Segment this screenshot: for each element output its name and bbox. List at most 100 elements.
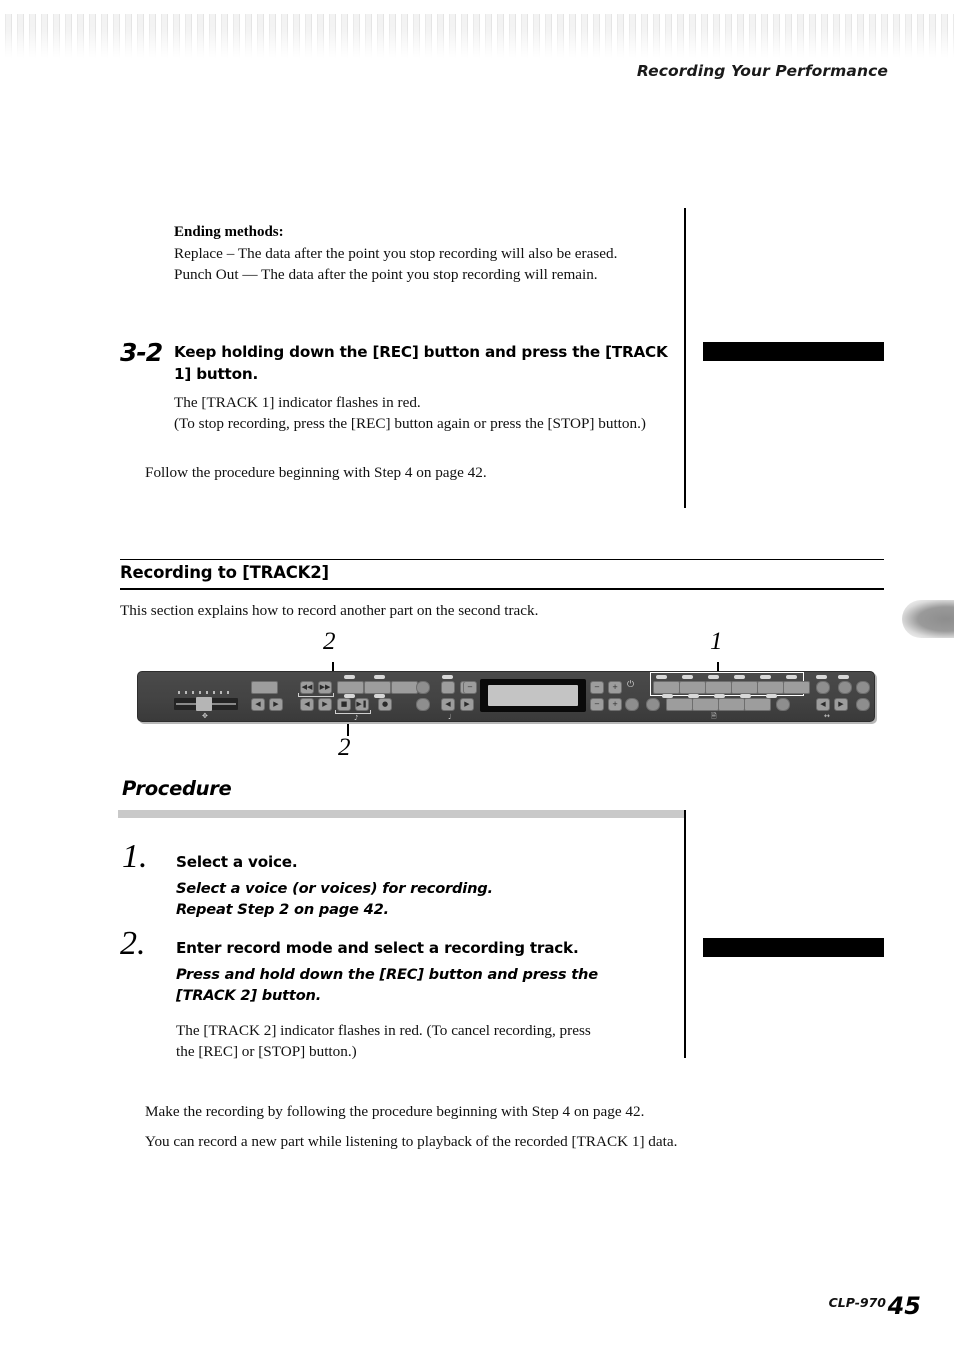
procedure-step-2-sub-line2: [TRACK 2] button. <box>176 987 322 1004</box>
panel-button-tempo-up: ▶ <box>460 698 474 711</box>
panel-button-far-right-b <box>856 698 870 711</box>
section-title: Recording to [TRACK2] <box>120 563 329 582</box>
metronome-icon: ♩ <box>448 713 452 721</box>
panel-button-value-plus-bottom: + <box>608 698 622 711</box>
track-led-4 <box>374 694 385 698</box>
panel-button-power <box>625 698 639 711</box>
step-3-2-subtext-line2: (To stop recording, press the [REC] butt… <box>174 415 646 433</box>
panel-button-track-3 <box>391 681 418 694</box>
track-led-3 <box>344 694 355 698</box>
procedure-step-2-subtext: Press and hold down the [REC] button and… <box>176 964 676 1006</box>
panel-button-voice-extra-left <box>646 698 660 711</box>
step-3-2-follow-note: Follow the procedure beginning with Step… <box>145 464 487 481</box>
procedure-step-2-note: The [TRACK 2] indicator flashes in red. … <box>176 1020 676 1063</box>
panel-button-value-plus-top: + <box>608 681 622 694</box>
procedure-step-2-sub-line1: Press and hold down the [REC] button and… <box>176 966 598 983</box>
voice-led-11 <box>766 694 777 698</box>
step-3-2-subtext-line1: The [TRACK 1] indicator flashes in red. <box>174 394 421 411</box>
panel-button-tempo-down: ◀ <box>441 698 455 711</box>
panel-button-voice-9 <box>718 698 745 711</box>
panel-button-voice-4 <box>731 681 758 694</box>
track-led-2 <box>374 675 385 679</box>
voice-led-9 <box>714 694 725 698</box>
procedure-step-1-sub-line2: Repeat Step 2 on page 42. <box>176 901 389 918</box>
panel-button-voice-8 <box>692 698 719 711</box>
page-icon: 🗎 <box>711 712 717 720</box>
control-panel-diagram: 2 1 2 ✥ ◀ ▶ ◀◀ ▶▶ ◀ ▶ ■ ▶❚ ● ♪ ◀ ▶ ♩ − +… <box>120 628 884 761</box>
procedure-step-2-heading: Enter record mode and select a recording… <box>176 939 579 957</box>
panel-button-misc-b <box>416 698 430 711</box>
panel-button-value-minus-bottom: − <box>590 698 604 711</box>
ending-methods-line-punchout: Punch Out — The data after the point you… <box>174 266 598 284</box>
redacted-sidenote-box-bottom <box>703 938 884 957</box>
track-led-1 <box>344 675 355 679</box>
ending-methods-line-replace: Replace – The data after the point you s… <box>174 245 618 262</box>
page-edge-tab-marker <box>902 600 954 638</box>
left-column-vertical-rule-bottom <box>684 810 686 1058</box>
panel-button-right-right-arrow: ▶ <box>834 698 848 711</box>
section-rule-bottom <box>120 588 884 590</box>
closing-paragraph-2: You can record a new part while listenin… <box>145 1133 678 1150</box>
panel-button-nav-right-a: ▶ <box>269 698 283 711</box>
lcd-display-screen <box>488 685 578 706</box>
redacted-sidenote-box-top <box>703 342 884 361</box>
procedure-gray-divider <box>118 810 684 818</box>
step-3-2-heading: Keep holding down the [REC] button and p… <box>174 343 668 383</box>
voice-led-8 <box>688 694 699 698</box>
step-3-2-number: 3-2 <box>120 338 163 367</box>
panel-button-voice-1 <box>653 681 680 694</box>
panel-button-voice-extra-right <box>776 698 790 711</box>
callout-label-1-top: 1 <box>710 628 723 655</box>
panel-button-voice-6 <box>783 681 810 694</box>
procedure-step-1-heading: Select a voice. <box>176 853 298 871</box>
master-volume-slider-knob <box>196 697 212 711</box>
volume-speaker-icon: ✥ <box>202 712 208 720</box>
page-header-title: Recording Your Performance <box>636 62 888 80</box>
panel-button-demo <box>251 681 278 694</box>
panel-button-far-right-a <box>856 681 870 694</box>
panel-button-value-minus-top: − <box>590 681 604 694</box>
callout-label-2-bottom: 2 <box>338 734 351 761</box>
panel-button-nav-left-a: ◀ <box>251 698 265 711</box>
right-led-2 <box>838 675 849 679</box>
panel-button-voice-3 <box>705 681 732 694</box>
footer-page-number: 45 <box>887 1292 921 1320</box>
panel-button-nav-right-b: ▶ <box>318 698 332 711</box>
panel-button-right-a <box>816 681 830 694</box>
ending-methods-title: Ending methods: <box>174 224 284 240</box>
panel-button-right-b <box>838 681 852 694</box>
power-icon: ⏻ <box>627 680 635 690</box>
panel-button-right-left-arrow: ◀ <box>816 698 830 711</box>
section-rule-top <box>120 559 884 561</box>
panel-button-nav-left-b: ◀ <box>300 698 314 711</box>
panel-button-rec: ● <box>378 698 392 711</box>
procedure-step-1-number: 1. <box>122 838 148 875</box>
page-header: Recording Your Performance <box>0 0 954 96</box>
panel-button-track-1 <box>337 681 364 694</box>
voice-led-7 <box>662 694 673 698</box>
panel-button-metronome <box>441 681 455 694</box>
procedure-step-2-note-line1: The [TRACK 2] indicator flashes in red. … <box>176 1022 591 1039</box>
panel-button-misc-a <box>416 681 430 694</box>
voice-led-10 <box>740 694 751 698</box>
closing-paragraph-1: Make the recording by following the proc… <box>145 1103 645 1120</box>
section-description: This section explains how to record anot… <box>120 602 539 619</box>
panel-button-voice-5 <box>757 681 784 694</box>
right-led-1 <box>816 675 827 679</box>
procedure-title: Procedure <box>122 777 232 800</box>
step-3-2-subtext: The [TRACK 1] indicator flashes in red. … <box>174 392 684 435</box>
procedure-step-1-subtext: Select a voice (or voices) for recording… <box>176 878 676 920</box>
playback-bracket <box>335 710 371 714</box>
volume-scale-dots <box>178 691 234 694</box>
song-select-bracket <box>298 693 334 697</box>
piano-key-stripe-decoration <box>0 14 954 58</box>
ending-methods-body: Replace – The data after the point you s… <box>174 243 684 286</box>
panel-button-track-2 <box>364 681 391 694</box>
metronome-led <box>442 675 453 679</box>
transpose-icon: ↔ <box>824 712 830 720</box>
procedure-step-2-number: 2. <box>120 925 146 962</box>
procedure-step-2-note-line2: the [REC] or [STOP] button.) <box>176 1043 357 1061</box>
panel-button-voice-2 <box>679 681 706 694</box>
footer-model-name: CLP-970 <box>828 1295 886 1310</box>
panel-button-lcd-left-minus: − <box>463 681 477 694</box>
